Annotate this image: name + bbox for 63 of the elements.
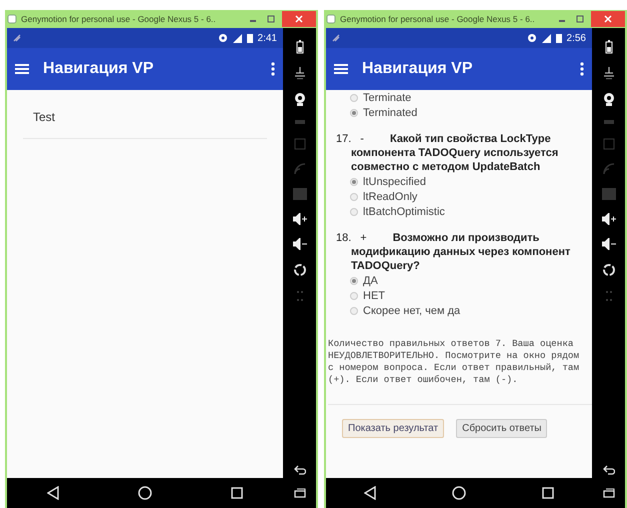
close-icon bbox=[295, 15, 303, 23]
battery-icon bbox=[556, 33, 562, 43]
notification-icon bbox=[13, 34, 21, 42]
back-button[interactable] bbox=[364, 486, 376, 500]
list-item[interactable]: Test bbox=[23, 90, 267, 139]
recent-apps-button[interactable] bbox=[542, 487, 554, 499]
back-icon[interactable] bbox=[602, 465, 614, 475]
status-time: 2:56 bbox=[566, 32, 586, 44]
home-button[interactable] bbox=[452, 486, 466, 500]
radio-option[interactable]: Скорее нет, чем да bbox=[336, 303, 572, 318]
dots-icon[interactable] bbox=[296, 290, 304, 302]
maximize-icon[interactable] bbox=[576, 15, 584, 23]
recent-apps-button[interactable] bbox=[231, 487, 244, 499]
show-result-button[interactable]: Показать результат bbox=[342, 419, 444, 438]
question-text: 18. + Возможно ли производить модификацию данных через компонент TADOQuery? bbox=[336, 231, 572, 273]
gps-icon[interactable] bbox=[602, 67, 614, 79]
dots-icon[interactable] bbox=[604, 290, 612, 302]
radio-option[interactable]: НЕТ bbox=[336, 288, 572, 303]
radio-option[interactable]: ltUnspecified bbox=[336, 174, 572, 189]
window-title: Genymotion for personal use - Google Nexus 5 - 6.. bbox=[340, 14, 536, 24]
maximize-icon[interactable] bbox=[267, 15, 275, 23]
status-time: 2:41 bbox=[258, 32, 277, 44]
battery-icon[interactable] bbox=[296, 40, 304, 54]
reset-button[interactable]: Сбросить ответы bbox=[456, 419, 548, 438]
window-title: Genymotion for personal use - Google Nexus 5 - 6.. bbox=[21, 14, 217, 24]
signal-icon bbox=[232, 34, 242, 42]
close-icon bbox=[604, 15, 612, 23]
menu-button[interactable] bbox=[15, 63, 29, 75]
radio-option[interactable]: ДА bbox=[336, 273, 572, 288]
app-title: Навигация VP bbox=[43, 60, 154, 78]
close-button[interactable] bbox=[282, 11, 316, 27]
battery-icon bbox=[246, 33, 253, 43]
gps-icon[interactable] bbox=[294, 67, 306, 79]
app-title: Навигация VP bbox=[362, 60, 474, 78]
rotate-icon[interactable] bbox=[292, 263, 306, 277]
volume-up-icon[interactable] bbox=[292, 213, 306, 225]
home-button[interactable] bbox=[138, 486, 152, 500]
recent-apps-icon[interactable] bbox=[602, 488, 614, 498]
sync-icon bbox=[218, 33, 228, 43]
close-button[interactable] bbox=[591, 11, 625, 27]
radio-option[interactable]: Terminated bbox=[336, 105, 572, 120]
camera-icon[interactable] bbox=[294, 92, 306, 106]
signal-icon bbox=[542, 34, 551, 42]
rotate-icon[interactable] bbox=[602, 263, 616, 277]
volume-down-icon[interactable] bbox=[602, 238, 616, 250]
question-text: 17. - Какой тип свойства LockType компонента TADOQuery используется совместно с методом UpdateBatch bbox=[336, 132, 560, 174]
app-icon bbox=[7, 14, 17, 24]
menu-button[interactable] bbox=[334, 63, 348, 75]
sync-icon bbox=[526, 33, 537, 43]
volume-up-icon[interactable] bbox=[602, 213, 616, 225]
radio-option[interactable]: Terminate bbox=[336, 90, 572, 105]
volume-down-icon[interactable] bbox=[292, 238, 306, 250]
radio-option[interactable]: ltBatchOptimistic bbox=[336, 204, 572, 219]
more-options-button[interactable] bbox=[580, 62, 584, 76]
recent-apps-icon[interactable] bbox=[294, 488, 306, 498]
battery-icon[interactable] bbox=[604, 40, 612, 54]
radio-option[interactable]: ltReadOnly bbox=[336, 189, 572, 204]
back-icon[interactable] bbox=[294, 465, 306, 475]
app-icon bbox=[326, 14, 336, 24]
notification-icon bbox=[332, 34, 340, 42]
more-options-button[interactable] bbox=[271, 62, 275, 76]
back-button[interactable] bbox=[46, 486, 59, 500]
camera-icon[interactable] bbox=[602, 92, 614, 106]
